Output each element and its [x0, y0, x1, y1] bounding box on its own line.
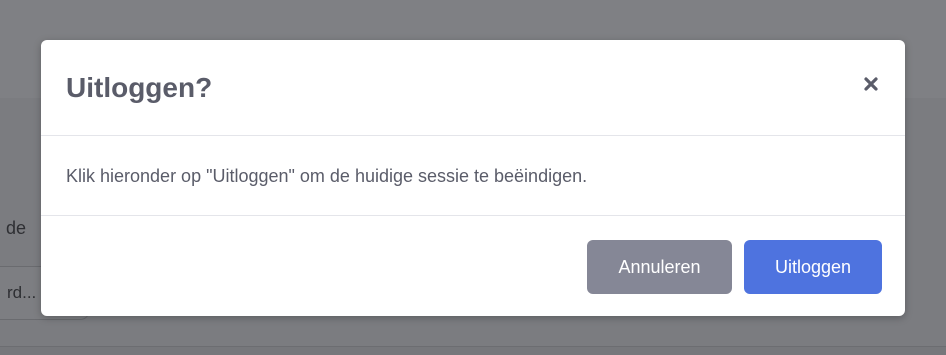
modal-body: Klik hieronder op "Uitloggen" om de huid… — [41, 136, 905, 216]
logout-button[interactable]: Uitloggen — [744, 240, 882, 294]
logout-modal: Uitloggen? Klik hieronder op "Uitloggen"… — [41, 40, 905, 316]
close-icon — [864, 77, 878, 91]
cancel-button[interactable]: Annuleren — [587, 240, 732, 294]
background-input-placeholder: rd... — [7, 283, 37, 302]
modal-title: Uitloggen? — [66, 72, 213, 103]
close-button[interactable] — [861, 74, 881, 94]
modal-message: Klik hieronder op "Uitloggen" om de huid… — [66, 166, 588, 186]
background-form-label: de — [6, 218, 27, 238]
modal-footer: Annuleren Uitloggen — [41, 216, 905, 316]
modal-header: Uitloggen? — [41, 40, 905, 136]
